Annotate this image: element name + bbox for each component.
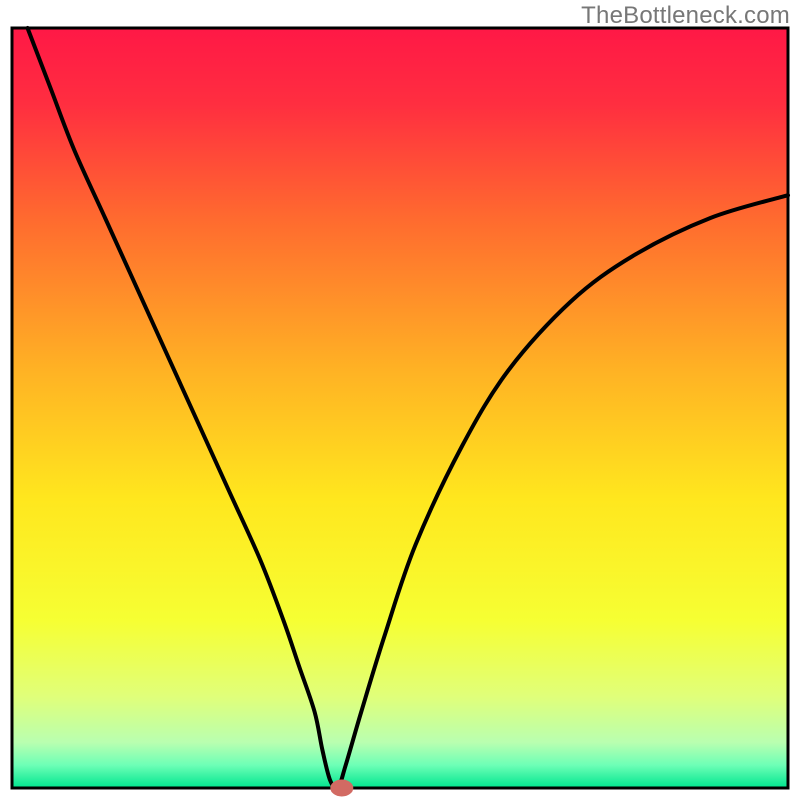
plot-background xyxy=(12,28,788,788)
optimal-point-marker xyxy=(331,780,353,796)
bottleneck-chart xyxy=(0,0,800,800)
chart-stage: TheBottleneck.com xyxy=(0,0,800,800)
watermark-label: TheBottleneck.com xyxy=(581,2,790,30)
